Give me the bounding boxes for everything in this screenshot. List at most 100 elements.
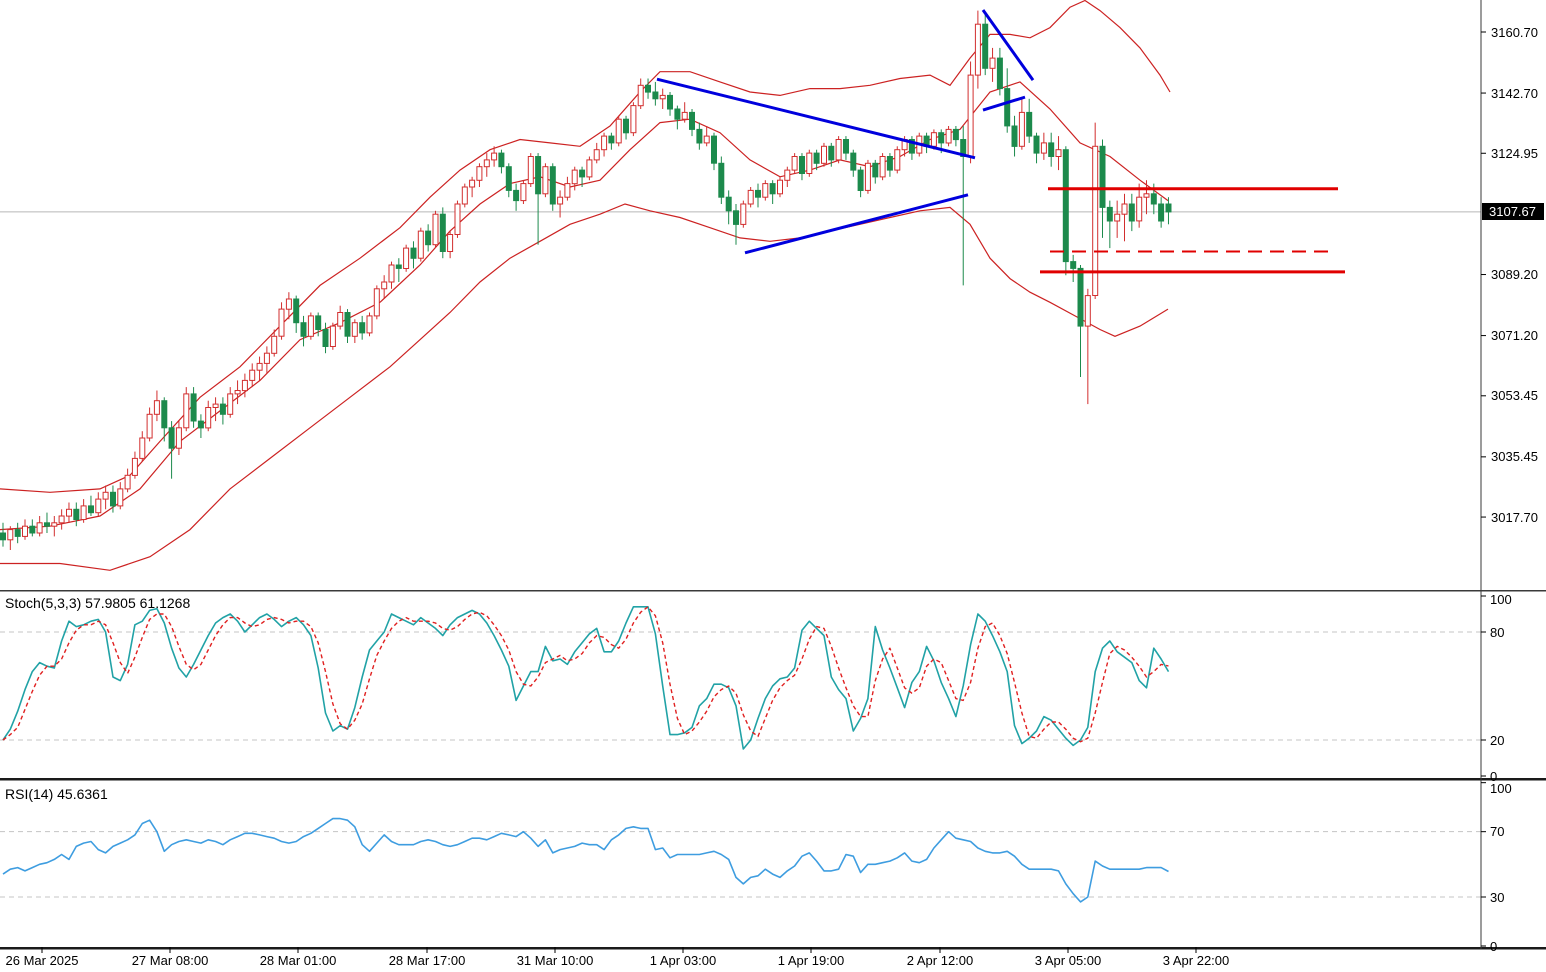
- price-axis-label: 3017.70: [1491, 511, 1538, 524]
- bull-candle: [1085, 296, 1090, 327]
- date-axis-label: 3 Apr 22:00: [1163, 953, 1230, 968]
- bear-candle: [873, 163, 878, 177]
- bull-candle: [23, 526, 28, 536]
- bull-candle: [748, 190, 753, 204]
- bear-candle: [1012, 126, 1017, 146]
- bear-candle: [536, 157, 541, 194]
- bull-candle: [492, 153, 497, 160]
- bear-candle: [89, 506, 94, 513]
- bear-candle: [440, 214, 445, 251]
- bull-candle: [250, 370, 255, 380]
- rsi-panel-label: RSI(14) 45.6361: [5, 786, 108, 802]
- candles-group: [1, 11, 1172, 550]
- bull-candle: [418, 231, 423, 258]
- bull-candle: [352, 323, 357, 337]
- bear-candle: [829, 146, 834, 160]
- bull-candle: [1115, 214, 1120, 221]
- stoch-axis-label: 100: [1490, 593, 1512, 606]
- bull-candle: [462, 187, 467, 204]
- bull-candle: [1137, 197, 1142, 221]
- bear-candle: [514, 190, 519, 200]
- bear-candle: [712, 136, 717, 163]
- bull-candle: [587, 160, 592, 177]
- rsi-line: [3, 819, 1169, 902]
- bear-candle: [800, 157, 805, 174]
- date-axis-label: 28 Mar 17:00: [389, 953, 466, 968]
- bull-candle: [895, 150, 900, 170]
- bear-candle: [506, 167, 511, 191]
- stoch-panel-label: Stoch(5,3,3) 57.9805 61.1268: [5, 595, 190, 611]
- current-price-tag: 3107.67: [1482, 203, 1544, 220]
- trendline-4: [983, 97, 1025, 110]
- bull-candle: [594, 150, 599, 160]
- bollinger-upper-band: [0, 1, 1170, 493]
- bull-candle: [8, 530, 13, 540]
- bear-candle: [814, 153, 819, 163]
- bull-candle: [52, 523, 57, 526]
- bear-candle: [858, 170, 863, 190]
- bear-candle: [844, 140, 849, 154]
- bull-candle: [528, 157, 533, 184]
- bear-candle: [690, 112, 695, 129]
- bear-candle: [360, 323, 365, 333]
- bear-candle: [45, 523, 50, 526]
- bear-candle: [1049, 143, 1054, 157]
- bull-candle: [968, 75, 973, 156]
- bull-candle: [1056, 150, 1061, 157]
- bear-candle: [316, 316, 321, 330]
- bull-candle: [279, 309, 284, 336]
- bull-candle: [264, 353, 269, 363]
- chart-canvas[interactable]: [0, 0, 1546, 972]
- price-axis-label: 3053.45: [1491, 389, 1538, 402]
- price-axis-label: 3089.20: [1491, 268, 1538, 281]
- bull-candle: [565, 184, 570, 198]
- bear-candle: [1151, 194, 1156, 204]
- bull-candle: [404, 248, 409, 268]
- bull-candle: [308, 316, 313, 336]
- bear-candle: [426, 231, 431, 245]
- rsi-axis-label: 100: [1490, 782, 1512, 795]
- bull-candle: [184, 394, 189, 428]
- bollinger-middle-band: [0, 82, 1168, 530]
- bear-candle: [1107, 207, 1112, 221]
- bull-candle: [975, 24, 980, 75]
- bull-candle: [543, 167, 548, 194]
- bollinger-lower-band: [0, 204, 1168, 570]
- bear-candle: [609, 136, 614, 143]
- bear-candle: [1129, 204, 1134, 221]
- bull-candle: [931, 133, 936, 147]
- bear-candle: [396, 265, 401, 268]
- bull-candle: [638, 85, 643, 105]
- bear-candle: [15, 530, 20, 537]
- rsi-axis-label: 30: [1490, 891, 1504, 904]
- bull-candle: [433, 214, 438, 245]
- price-axis-label: 3071.20: [1491, 329, 1538, 342]
- date-axis-label: 26 Mar 2025: [6, 953, 79, 968]
- bear-candle: [499, 153, 504, 167]
- bear-candle: [734, 211, 739, 225]
- bull-candle: [631, 106, 636, 133]
- bull-candle: [763, 184, 768, 198]
- bull-candle: [228, 394, 233, 414]
- bear-candle: [580, 170, 585, 177]
- date-axis-label: 2 Apr 12:00: [907, 953, 974, 968]
- date-axis-label: 1 Apr 19:00: [778, 953, 845, 968]
- price-axis-label: 3124.95: [1491, 147, 1538, 160]
- bull-candle: [741, 204, 746, 224]
- bull-candle: [792, 157, 797, 171]
- bull-candle: [81, 506, 86, 520]
- price-axis-label: 3142.70: [1491, 87, 1538, 100]
- bear-candle: [220, 404, 225, 414]
- bull-candle: [140, 438, 145, 458]
- date-axis-label: 28 Mar 01:00: [260, 953, 337, 968]
- bull-candle: [330, 326, 335, 346]
- bull-candle: [1019, 112, 1024, 146]
- date-axis-label: 3 Apr 05:00: [1035, 953, 1102, 968]
- date-axis-label: 31 Mar 10:00: [517, 953, 594, 968]
- bear-candle: [1159, 204, 1164, 221]
- bear-candle: [668, 95, 673, 109]
- bear-candle: [345, 313, 350, 337]
- bull-candle: [807, 153, 812, 173]
- bull-candle: [235, 391, 240, 394]
- bear-candle: [411, 248, 416, 258]
